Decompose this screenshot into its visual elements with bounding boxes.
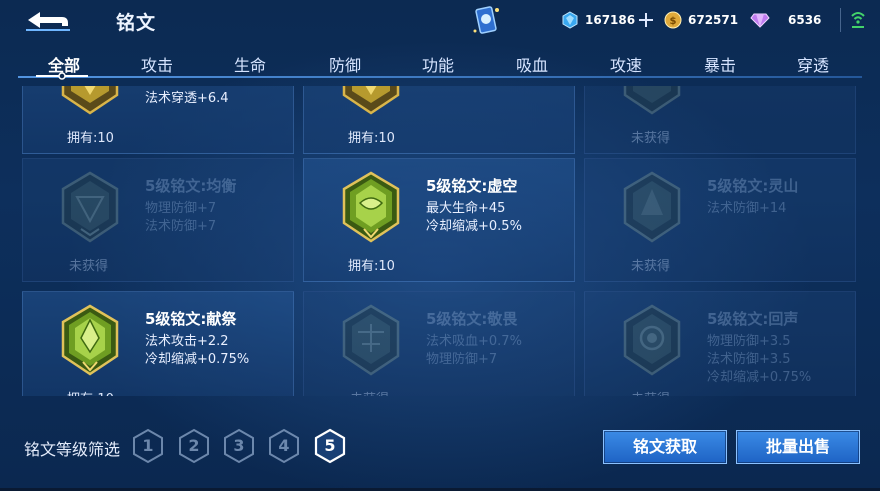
tab-penetration[interactable]: 穿透 — [783, 52, 843, 76]
inscription-owned: 未获得 — [631, 388, 670, 396]
wifi-signal-icon — [850, 8, 866, 30]
divider — [840, 8, 841, 32]
inscription-card[interactable]: 5级铭文:虚空 最大生命+45 冷却缩减+0.5% 拥有:10 — [303, 158, 575, 282]
inscription-card[interactable]: 5级铭文:均衡 物理防御+7 法术防御+7 未获得 — [22, 158, 294, 282]
inscription-stat: 法术吸血+0.7% — [426, 334, 522, 349]
inscription-stat: 冷却缩减+0.75% — [707, 370, 812, 385]
inscription-owned: 未获得 — [69, 259, 109, 274]
inscription-card[interactable]: 5级铭文:回声 物理防御+3.5 法术防御+3.5 冷却缩减+0.75% 未获得 — [584, 291, 856, 396]
inscription-emblem-icon — [623, 304, 681, 376]
level-number: 2 — [188, 436, 200, 455]
tab-underline — [18, 76, 862, 78]
inscription-emblem-icon — [342, 86, 400, 115]
purple-gem-icon — [750, 13, 770, 28]
diamond-icon — [562, 11, 578, 29]
inscription-owned: 未获得 — [631, 131, 671, 146]
inscription-emblem-icon — [623, 86, 681, 115]
inscription-emblem-icon — [342, 171, 400, 243]
currency-gem: 6536 — [750, 9, 821, 31]
inscription-card[interactable]: 拥有:10 — [303, 86, 575, 154]
inscription-stat: 法术防御+7 — [145, 219, 217, 234]
active-tab-indicator — [36, 72, 88, 80]
level-filter-3[interactable]: 3 — [223, 428, 255, 464]
top-bar: 铭文 167186 $ 672571 6536 — [0, 0, 880, 40]
svg-text:$: $ — [670, 16, 677, 27]
back-button[interactable] — [24, 6, 74, 34]
inscription-card[interactable]: 5级铭文:灵山 法术防御+14 未获得 — [584, 158, 856, 282]
tab-critical[interactable]: 暴击 — [690, 52, 750, 76]
inscription-name: 5级铭文:献祭 — [145, 310, 237, 328]
inscription-card[interactable]: 5级铭文:献祭 法术攻击+2.2 冷却缩减+0.75% 拥有:10 — [22, 291, 294, 396]
inscription-stat: 冷却缩减+0.5% — [426, 219, 522, 234]
inscription-card[interactable]: 法术穿透+6.4 拥有:10 — [22, 86, 294, 154]
inscription-stat: 法术攻击+2.2 — [145, 334, 229, 349]
inscription-owned: 拥有:10 — [67, 131, 114, 146]
inscription-name: 5级铭文:均衡 — [145, 177, 237, 195]
add-diamond-button[interactable] — [639, 13, 654, 27]
level-number: 4 — [278, 436, 290, 455]
tab-attack[interactable]: 攻击 — [127, 52, 187, 76]
inscription-stat: 物理防御+7 — [426, 352, 498, 367]
inscription-stat: 法术防御+14 — [707, 201, 787, 216]
inscription-emblem-icon — [61, 304, 119, 376]
inscription-owned: 拥有:10 — [348, 259, 395, 274]
level-filter-4[interactable]: 4 — [268, 428, 300, 464]
inscription-card[interactable]: 未获得 — [584, 86, 856, 154]
level-number: 1 — [142, 436, 154, 455]
inscription-emblem-icon — [342, 304, 400, 376]
inscription-stat: 最大生命+45 — [426, 201, 506, 216]
inscription-stat: 法术穿透+6.4 — [145, 91, 229, 106]
bulk-sell-button[interactable]: 批量出售 — [736, 430, 860, 464]
inscription-name: 5级铭文:虚空 — [426, 177, 518, 195]
inscription-owned: 拥有:10 — [348, 131, 395, 146]
tab-lifesteal[interactable]: 吸血 — [502, 52, 562, 76]
currency-gold: $ 672571 — [664, 9, 738, 31]
event-badge-icon[interactable] — [470, 4, 502, 38]
inscription-stat: 物理防御+3.5 — [707, 334, 791, 349]
level-filter-label: 铭文等级筛选 — [24, 440, 121, 459]
level-number: 3 — [233, 436, 245, 455]
inscription-name: 5级铭文:敬畏 — [426, 310, 518, 328]
tab-attack-speed[interactable]: 攻速 — [596, 52, 656, 76]
inscription-stat: 冷却缩减+0.75% — [145, 352, 250, 367]
diamond-count: 167186 — [585, 13, 636, 27]
gold-count: 672571 — [688, 13, 739, 27]
level-filter-5[interactable]: 5 — [314, 428, 346, 464]
inscription-owned: 未获得 — [631, 259, 671, 274]
back-arrow-icon — [26, 12, 70, 31]
inscription-owned: 未获得 — [350, 388, 389, 396]
level-filter-1[interactable]: 1 — [132, 428, 164, 464]
inscription-emblem-icon — [623, 171, 681, 243]
tab-health[interactable]: 生命 — [220, 52, 280, 76]
inscription-name: 5级铭文:灵山 — [707, 177, 799, 195]
tab-defense[interactable]: 防御 — [315, 52, 375, 76]
inscription-name: 5级铭文:回声 — [707, 310, 799, 328]
page-title: 铭文 — [116, 12, 157, 34]
inscription-stat: 物理防御+7 — [145, 201, 217, 216]
tab-utility[interactable]: 功能 — [408, 52, 468, 76]
level-filter-2[interactable]: 2 — [178, 428, 210, 464]
category-tabs: 全部 攻击 生命 防御 功能 吸血 攻速 暴击 穿透 — [18, 48, 862, 84]
currency-diamond: 167186 — [561, 9, 654, 31]
inscription-card[interactable]: 5级铭文:敬畏 法术吸血+0.7% 物理防御+7 未获得 — [303, 291, 575, 396]
level-number: 5 — [324, 436, 336, 455]
gold-coin-icon: $ — [664, 11, 682, 29]
inscription-emblem-icon — [61, 171, 119, 243]
inscription-owned: 拥有:10 — [67, 388, 114, 396]
obtain-inscription-button[interactable]: 铭文获取 — [603, 430, 727, 464]
bottom-bar: 铭文等级筛选 1 2 3 4 5 铭文获取 批量出售 — [0, 400, 880, 491]
inscription-grid: 法术穿透+6.4 拥有:10 拥有:10 未获得 5级铭文:均衡 物理防御+7 … — [22, 86, 874, 396]
gem-count: 6536 — [788, 13, 822, 27]
inscription-stat: 法术防御+3.5 — [707, 352, 791, 367]
inscription-emblem-icon — [61, 86, 119, 115]
